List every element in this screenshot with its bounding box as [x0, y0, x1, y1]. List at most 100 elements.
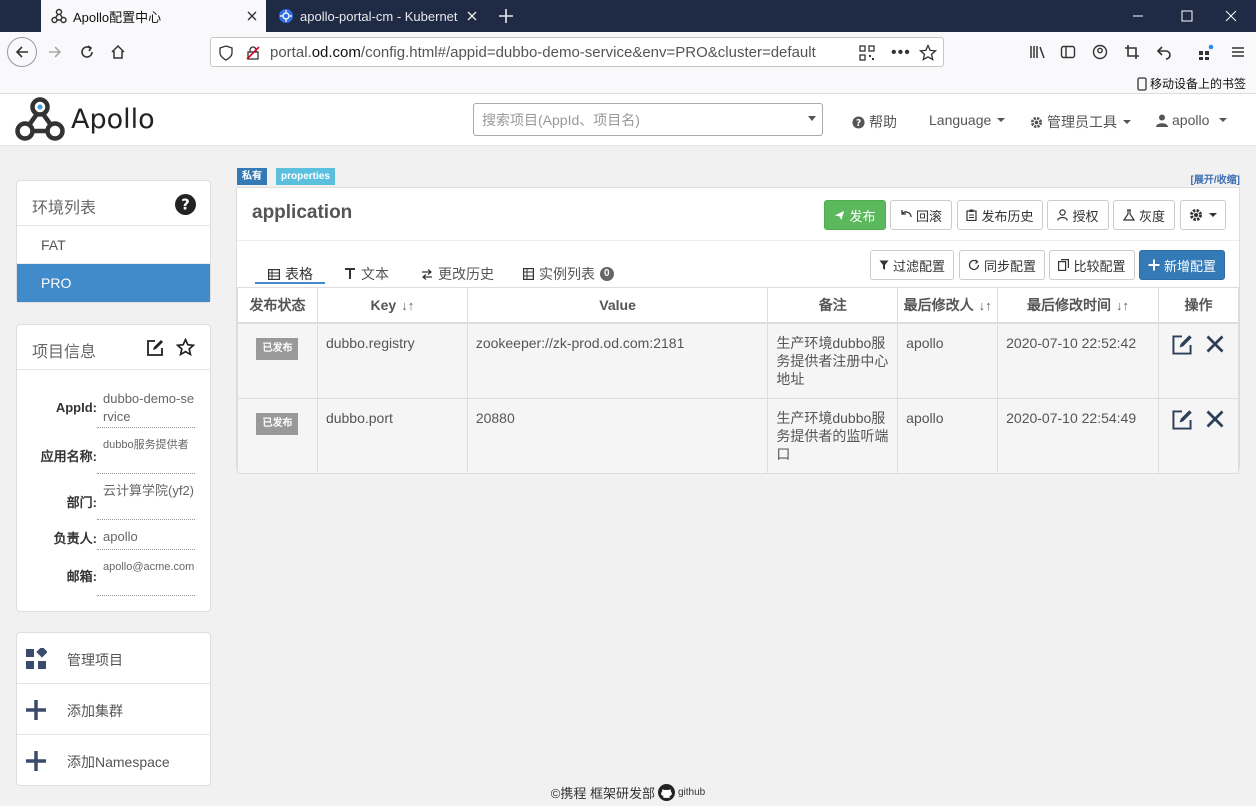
release-history-button[interactable]: 发布历史 [957, 200, 1043, 230]
status-cell: 已发布 [237, 322, 318, 399]
tab-close-icon[interactable] [458, 11, 486, 21]
gray-release-button[interactable]: 灰度 [1113, 200, 1175, 230]
window-close-icon[interactable] [1206, 0, 1256, 32]
add-cluster-item[interactable]: 添加集群 [17, 684, 210, 735]
edit-icon[interactable] [146, 339, 164, 357]
maximize-icon[interactable] [1162, 0, 1212, 32]
column-header-value: Value [466, 287, 769, 324]
settings-dropdown-button[interactable] [1180, 200, 1226, 230]
publish-button[interactable]: 发布 [824, 200, 886, 230]
column-header-status: 发布状态 [237, 287, 318, 324]
status-badge: 已发布 [256, 412, 299, 435]
browser-tab-kubernetes[interactable]: apollo-portal-cm - Kubernetes [268, 0, 486, 32]
compare-config-button[interactable]: 比较配置 [1049, 250, 1135, 280]
help-link[interactable]: ? 帮助 [852, 112, 897, 132]
delete-icon[interactable] [1205, 334, 1225, 356]
user-dropdown[interactable]: apollo [1156, 112, 1228, 128]
admin-tools-dropdown[interactable]: 管理员工具 [1030, 112, 1131, 132]
menu-icon[interactable] [1224, 38, 1252, 66]
home-icon[interactable] [104, 38, 132, 66]
caret-down-icon [997, 118, 1006, 122]
project-info-panel: 项目信息 AppId: dubbo-demo-service 应用名称: dub… [16, 324, 211, 612]
more-actions-icon[interactable]: ••• [891, 44, 911, 62]
svg-text:?: ? [856, 117, 861, 128]
column-header-modifier[interactable]: 最后修改人 ↓↑ [897, 287, 999, 324]
sort-icon[interactable]: ↓↑ [1116, 298, 1129, 313]
plus-icon [25, 750, 47, 772]
undo-icon[interactable] [1150, 38, 1178, 66]
column-header-time[interactable]: 最后修改时间 ↓↑ [997, 287, 1159, 324]
search-input[interactable] [482, 112, 802, 128]
delete-icon[interactable] [1205, 409, 1225, 431]
chevron-down-icon [808, 116, 816, 121]
project-search[interactable] [473, 103, 823, 136]
key-cell: dubbo.registry [316, 322, 468, 399]
edit-icon[interactable] [1171, 334, 1193, 356]
back-icon[interactable] [7, 37, 37, 67]
table-row: 已发布 dubbo.port 20880 生产环境dubbo服务提供者的监听端口… [237, 397, 1240, 474]
column-header-key[interactable]: Key ↓↑ [316, 287, 468, 324]
account-icon[interactable] [1086, 38, 1114, 66]
extensions-icon[interactable] [1192, 38, 1220, 66]
tab-table[interactable]: 表格 [268, 264, 313, 284]
mobile-bookmarks[interactable]: 移动设备上的书签 [1137, 75, 1246, 92]
bookmark-star-icon[interactable] [919, 44, 937, 62]
flask-icon [1122, 209, 1135, 221]
reload-icon[interactable] [73, 38, 101, 66]
user-icon [1057, 209, 1069, 221]
tab-title: apollo-portal-cm - Kubernetes [300, 8, 458, 24]
question-circle-icon[interactable]: ? [175, 194, 196, 215]
bookmarks-bar: 移动设备上的书签 [0, 72, 1256, 94]
tab-text[interactable]: 文本 [344, 264, 389, 284]
tab-title: Apollo配置中心 [73, 9, 162, 25]
authorize-button[interactable]: 授权 [1047, 200, 1109, 230]
divider [237, 240, 1239, 241]
add-config-button[interactable]: 新增配置 [1139, 250, 1225, 280]
sort-icon[interactable]: ↓↑ [979, 298, 992, 313]
browser-tab-bar: Apollo配置中心 apollo-portal-cm - Kubernetes [0, 0, 1256, 32]
minimize-icon[interactable] [1113, 0, 1163, 32]
env-item-pro[interactable]: PRO [17, 264, 210, 302]
rollback-icon [900, 209, 912, 221]
browser-tab-apollo[interactable]: Apollo配置中心 [41, 0, 266, 32]
sort-icon[interactable]: ↓↑ [401, 298, 414, 313]
apollo-logo-icon [51, 8, 67, 24]
tab-change-history[interactable]: 更改历史 [421, 264, 494, 284]
rollback-button[interactable]: 回滚 [890, 200, 952, 230]
insecure-lock-icon[interactable] [245, 45, 261, 61]
env-item-fat[interactable]: FAT [17, 226, 210, 264]
new-tab-icon[interactable] [496, 6, 516, 26]
manage-project-item[interactable]: 管理项目 [17, 633, 210, 684]
language-dropdown[interactable]: Language [929, 112, 1006, 128]
apollo-logo[interactable]: Apollo [15, 96, 155, 142]
add-namespace-item[interactable]: 添加Namespace [17, 735, 210, 786]
caret-down-icon [1209, 213, 1217, 217]
library-icon[interactable] [1024, 38, 1052, 66]
forward-icon[interactable] [41, 38, 69, 66]
time-cell: 2020-07-10 22:54:49 [997, 397, 1159, 474]
instance-count-badge: 0 [600, 267, 614, 281]
filter-config-button[interactable]: 过滤配置 [870, 250, 954, 280]
qr-code-icon[interactable] [859, 45, 875, 61]
shield-icon[interactable] [219, 45, 233, 61]
table-header-row: 发布状态 Key ↓↑ Value 备注 最后修改人 ↓↑ 最后修改时间 ↓↑ 操作 [237, 287, 1240, 324]
env-list-header: 环境列表 ? [17, 181, 210, 226]
tab-close-icon[interactable] [238, 11, 266, 21]
text-icon [344, 268, 356, 280]
format-badge: properties [276, 168, 335, 185]
gear-icon [1189, 208, 1203, 222]
clipboard-icon [966, 209, 978, 221]
star-icon[interactable] [176, 338, 195, 357]
github-link[interactable]: github [678, 787, 705, 798]
tab-instances[interactable]: 实例列表 0 [523, 264, 614, 284]
column-header-comment: 备注 [767, 287, 899, 324]
sync-config-button[interactable]: 同步配置 [959, 250, 1045, 280]
url-bar[interactable]: portal.od.com/config.html#/appid=dubbo-d… [210, 37, 944, 67]
edit-icon[interactable] [1171, 409, 1193, 431]
copyright-text: ©携程 框架研发部 [550, 786, 655, 801]
sidebar-icon[interactable] [1054, 38, 1082, 66]
crop-icon[interactable] [1118, 38, 1146, 66]
caret-down-icon [1123, 120, 1131, 124]
column-header-actions: 操作 [1157, 287, 1240, 324]
expand-collapse-link[interactable]: [展开/收缩] [1191, 171, 1240, 186]
